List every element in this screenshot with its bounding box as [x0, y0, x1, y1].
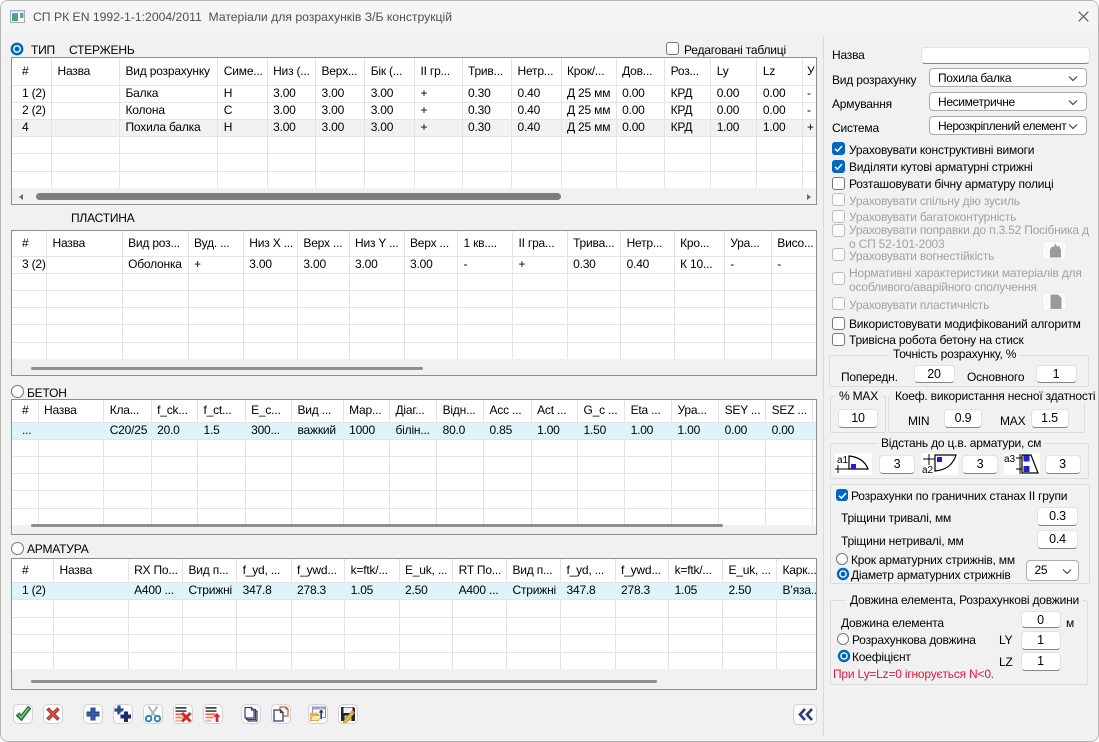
svg-text:a3: a3 — [1004, 454, 1016, 465]
svg-text:a1: a1 — [837, 455, 849, 466]
svg-text:a2: a2 — [922, 465, 934, 475]
